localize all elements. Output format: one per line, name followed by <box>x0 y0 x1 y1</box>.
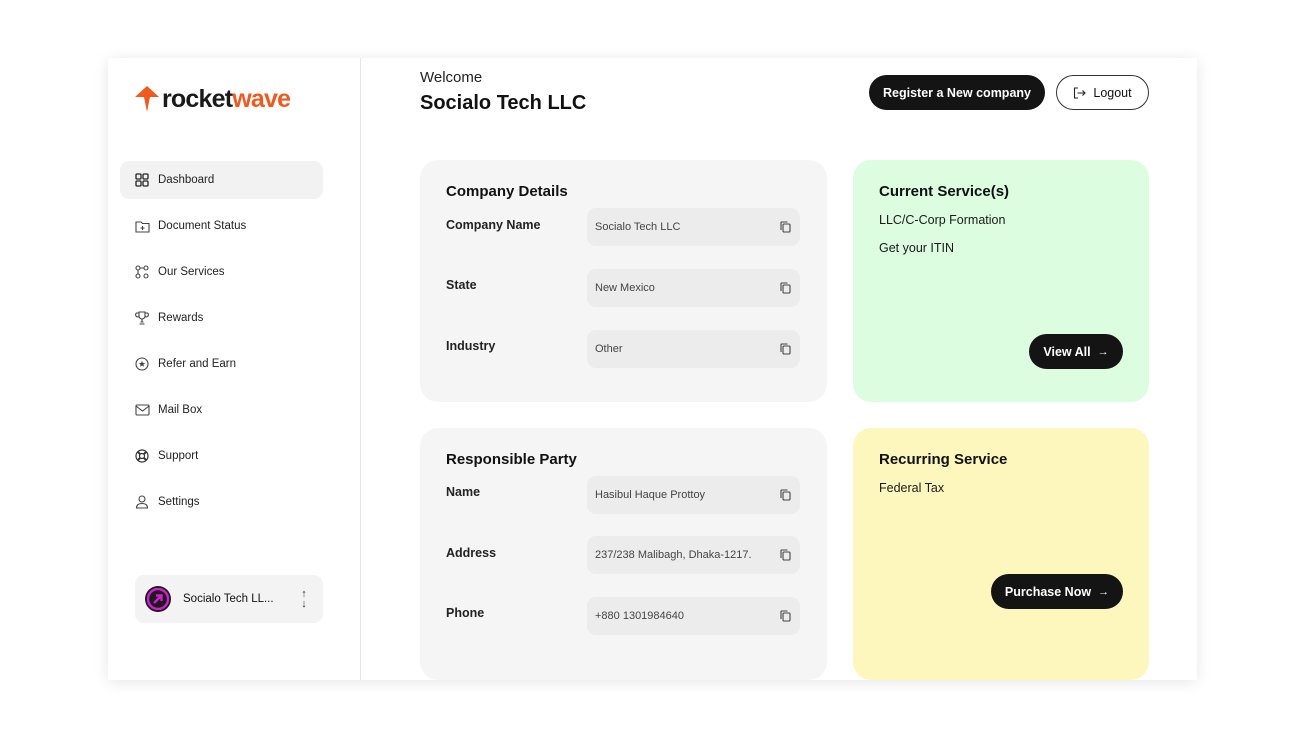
account-switcher[interactable]: Socialo Tech LL... ↑ ↓ <box>135 575 323 623</box>
field-value: Other <box>595 343 623 355</box>
page-title: Socialo Tech LLC <box>420 92 587 114</box>
brand-name: rocketwave <box>162 84 291 114</box>
sidebar: rocketwave Dashboard Document Status Our… <box>108 58 361 680</box>
address-field[interactable]: 237/238 Malibagh, Dhaka-1217. <box>587 536 800 574</box>
sidebar-item-dashboard[interactable]: Dashboard <box>120 161 323 199</box>
copy-icon[interactable] <box>770 610 800 622</box>
copy-icon[interactable] <box>770 221 800 233</box>
view-all-button[interactable]: View All → <box>1029 334 1123 369</box>
arrow-right-icon: → <box>1097 345 1109 358</box>
button-label: View All <box>1043 344 1091 359</box>
field-label: State <box>446 278 477 292</box>
avatar <box>145 586 171 612</box>
sidebar-item-label: Dashboard <box>158 174 215 186</box>
card-title: Recurring Service <box>879 451 1008 468</box>
mail-icon <box>134 402 150 418</box>
industry-field[interactable]: Other <box>587 330 800 368</box>
state-field[interactable]: New Mexico <box>587 269 800 307</box>
brand-name-part1: rocket <box>162 84 233 113</box>
field-label: Phone <box>446 606 485 620</box>
button-label: Purchase Now <box>1004 584 1092 599</box>
sidebar-item-refer-and-earn[interactable]: Refer and Earn <box>120 345 323 383</box>
star-badge-icon <box>134 356 150 372</box>
field-label: Name <box>446 485 481 499</box>
field-label: Address <box>446 546 497 560</box>
company-name-field[interactable]: Socialo Tech LLC <box>587 208 800 246</box>
field-label: Company Name <box>446 218 541 232</box>
sidebar-item-label: Rewards <box>158 312 204 324</box>
sidebar-item-label: Document Status <box>158 220 247 232</box>
sidebar-item-label: Support <box>158 450 199 462</box>
service-item: LLC/C-Corp Formation <box>879 213 1006 227</box>
trophy-icon <box>134 310 150 326</box>
company-details-card: Company Details Company Name Socialo Tec… <box>420 160 827 402</box>
copy-icon[interactable] <box>770 489 800 501</box>
logout-button[interactable]: Logout <box>1056 75 1149 110</box>
sidebar-nav: Dashboard Document Status Our Services R… <box>120 161 323 529</box>
company-logo-icon <box>147 588 169 610</box>
sort-arrows-icon[interactable]: ↑ ↓ <box>299 589 309 610</box>
field-value: Socialo Tech LLC <box>595 221 681 233</box>
arrow-right-icon: → <box>1098 585 1110 598</box>
name-field[interactable]: Hasibul Haque Prottoy <box>587 476 800 514</box>
sidebar-item-document-status[interactable]: Document Status <box>120 207 323 245</box>
recurring-service-card: Recurring Service Federal Tax Purchase N… <box>853 428 1149 680</box>
welcome-text: Welcome <box>420 69 483 86</box>
service-item: Get your ITIN <box>879 241 955 255</box>
sidebar-item-settings[interactable]: Settings <box>120 483 323 521</box>
nodes-icon <box>134 264 150 280</box>
field-value: 237/238 Malibagh, Dhaka-1217. <box>595 549 752 561</box>
field-label: Industry <box>446 339 496 353</box>
sidebar-item-rewards[interactable]: Rewards <box>120 299 323 337</box>
brand-logo[interactable]: rocketwave <box>135 84 291 114</box>
current-services-card: Current Service(s) LLC/C-Corp Formation … <box>853 160 1149 402</box>
copy-icon[interactable] <box>770 343 800 355</box>
copy-icon[interactable] <box>770 549 800 561</box>
card-title: Current Service(s) <box>879 183 1010 200</box>
field-value: Hasibul Haque Prottoy <box>595 489 706 501</box>
sidebar-item-label: Settings <box>158 496 200 508</box>
logout-icon <box>1074 86 1087 99</box>
lifebuoy-icon <box>134 448 150 464</box>
logout-label: Logout <box>1093 85 1132 100</box>
sidebar-item-label: Refer and Earn <box>158 358 236 370</box>
responsible-party-card: Responsible Party Name Hasibul Haque Pro… <box>420 428 827 680</box>
rocket-diamond-icon <box>135 86 159 112</box>
purchase-now-button[interactable]: Purchase Now → <box>991 574 1123 609</box>
user-icon <box>134 494 150 510</box>
sidebar-item-label: Mail Box <box>158 404 203 416</box>
folder-icon <box>134 218 150 234</box>
field-value: New Mexico <box>595 282 655 294</box>
card-title: Company Details <box>446 183 568 200</box>
register-company-button[interactable]: Register a New company <box>869 75 1045 110</box>
sidebar-item-label: Our Services <box>158 266 225 278</box>
card-title: Responsible Party <box>446 451 577 468</box>
brand-name-part2: wave <box>232 84 291 113</box>
sidebar-item-mail-box[interactable]: Mail Box <box>120 391 323 429</box>
account-name: Socialo Tech LL... <box>183 593 274 605</box>
field-value: +880 1301984640 <box>595 610 685 622</box>
service-item: Federal Tax <box>879 481 945 495</box>
grid-icon <box>134 172 150 188</box>
app-window: rocketwave Dashboard Document Status Our… <box>108 58 1197 680</box>
copy-icon[interactable] <box>770 282 800 294</box>
sidebar-item-our-services[interactable]: Our Services <box>120 253 323 291</box>
sidebar-item-support[interactable]: Support <box>120 437 323 475</box>
phone-field[interactable]: +880 1301984640 <box>587 597 800 635</box>
